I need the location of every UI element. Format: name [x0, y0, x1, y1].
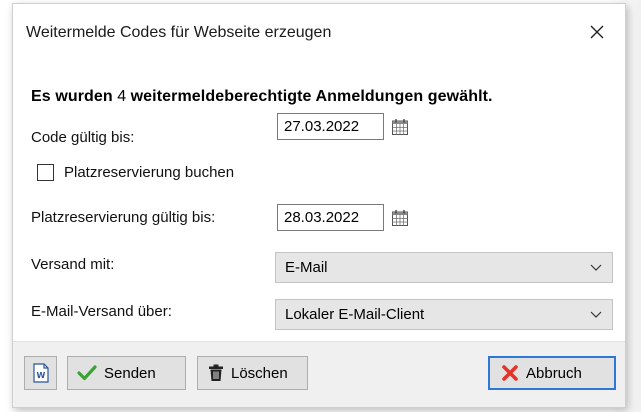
checkmark-icon [77, 365, 97, 381]
word-document-icon: W [32, 363, 49, 383]
email-via-label: E-Mail-Versand über: [31, 303, 172, 320]
dialog-content: Es wurden 4 weitermeldeberechtigte Anmel… [13, 56, 625, 341]
button-bar: W Senden Löschen Abbruch [13, 341, 625, 407]
reservation-checkbox-label[interactable]: Platzreservierung buchen [64, 164, 234, 181]
trash-icon [209, 364, 223, 381]
send-button-label: Senden [104, 364, 156, 382]
cancel-x-icon [502, 365, 518, 381]
calendar-icon [392, 209, 408, 226]
summary-count: 4 [112, 88, 131, 105]
calendar-icon [392, 118, 408, 135]
code-valid-calendar-button[interactable] [387, 113, 413, 140]
send-with-select[interactable]: E-Mail [275, 252, 613, 283]
chevron-down-icon [590, 311, 602, 318]
dialog-window: Weitermelde Codes für Webseite erzeugen … [12, 3, 626, 408]
title-bar: Weitermelde Codes für Webseite erzeugen [13, 4, 625, 56]
cancel-button[interactable]: Abbruch [488, 356, 616, 390]
reservation-valid-label: Platzreservierung gültig bis: [31, 209, 216, 226]
cancel-button-label: Abbruch [526, 364, 582, 382]
summary-part2: weitermeldeberechtigte Anmeldungen gewäh… [130, 88, 493, 105]
send-with-value: E-Mail [285, 259, 328, 276]
dialog-title: Weitermelde Codes für Webseite erzeugen [26, 24, 332, 41]
word-export-button[interactable]: W [24, 356, 57, 390]
send-with-label: Versand mit: [31, 256, 115, 273]
send-button[interactable]: Senden [67, 356, 186, 390]
delete-button-label: Löschen [231, 364, 288, 382]
email-via-value: Lokaler E-Mail-Client [285, 306, 425, 323]
selection-summary: Es wurden 4 weitermeldeberechtigte Anmel… [31, 88, 493, 106]
delete-button[interactable]: Löschen [197, 356, 308, 390]
reservation-valid-calendar-button[interactable] [387, 204, 413, 231]
reservation-checkbox[interactable] [37, 164, 54, 181]
code-valid-label: Code gültig bis: [31, 129, 135, 146]
summary-part1: Es wurden [31, 88, 113, 105]
close-button[interactable] [579, 16, 615, 48]
email-via-select[interactable]: Lokaler E-Mail-Client [275, 299, 613, 330]
reservation-valid-date-field[interactable]: 28.03.2022 [277, 204, 384, 231]
svg-text:W: W [36, 371, 45, 380]
close-icon [590, 25, 604, 39]
chevron-down-icon [590, 264, 602, 271]
code-valid-date-field[interactable]: 27.03.2022 [277, 113, 384, 140]
